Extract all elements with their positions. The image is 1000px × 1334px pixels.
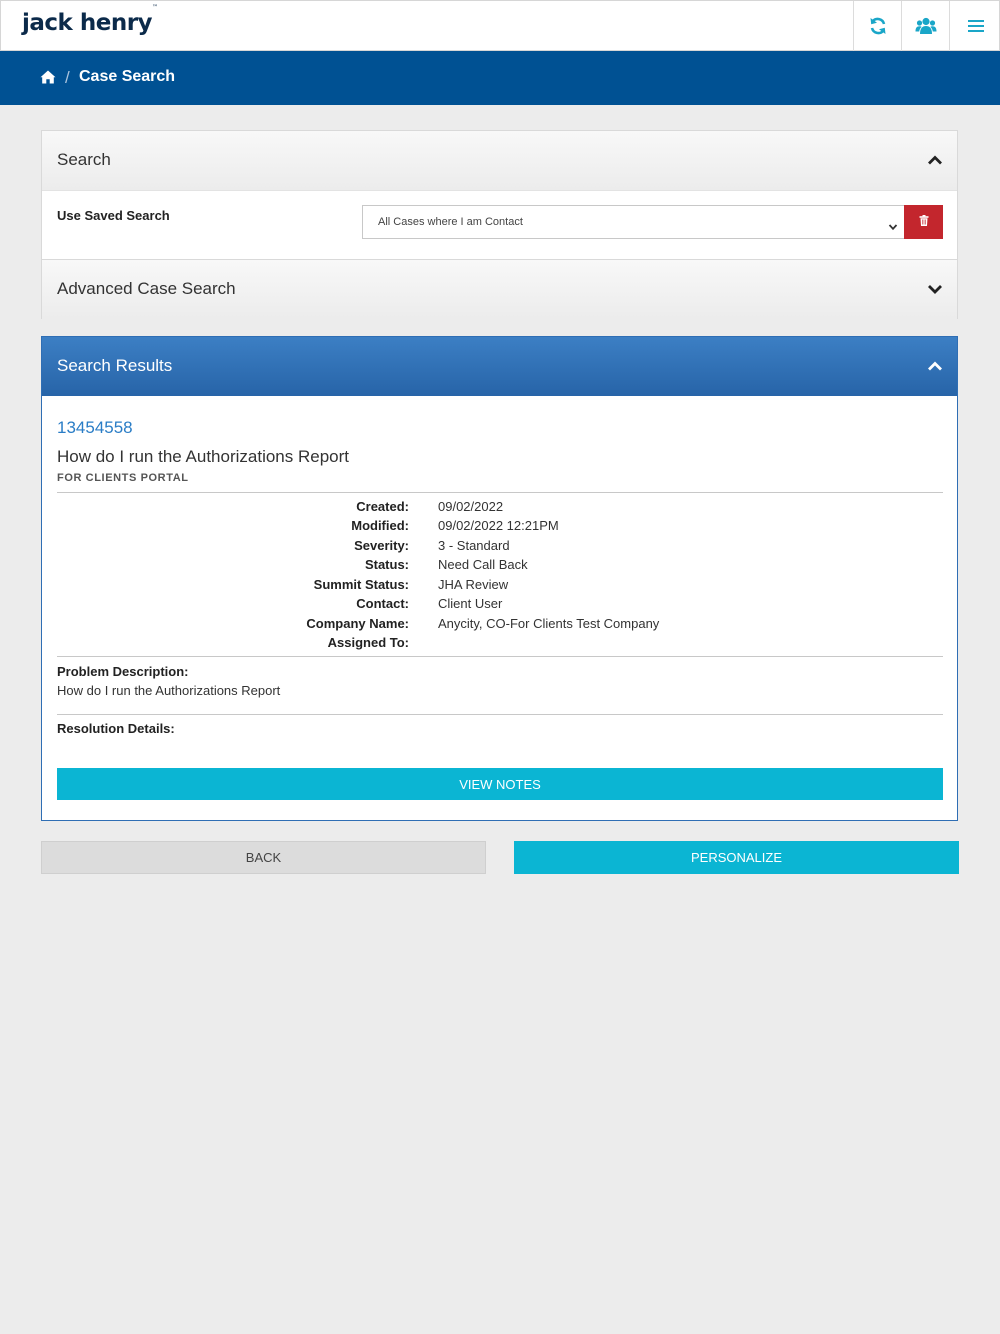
logo-trademark: ™ [152, 4, 158, 12]
field-value: Need Call Back [438, 557, 528, 572]
trash-icon [919, 213, 929, 231]
field-value: JHA Review [438, 577, 509, 592]
field-value: Anycity, CO-For Clients Test Company [438, 616, 660, 631]
field-label: Status: [364, 557, 409, 572]
search-results-title: Search Results [57, 356, 173, 375]
field-row-summit-status: Summit Status: JHA Review [57, 577, 943, 596]
refresh-icon [868, 16, 888, 36]
chevron-down-icon [888, 218, 898, 236]
advanced-search-panel: Advanced Case Search [41, 259, 958, 319]
breadcrumb: / Case Search [0, 51, 1000, 105]
field-label: Assigned To: [327, 635, 409, 650]
field-row-status: Status: Need Call Back [57, 557, 943, 576]
field-row-assigned-to: Assigned To: [57, 635, 943, 654]
search-panel-title: Search [57, 150, 111, 169]
top-bar: jack henry™ [0, 0, 1000, 51]
search-panel: Search Use Saved Search All Cases where … [41, 130, 958, 260]
delete-saved-search-button[interactable] [904, 205, 943, 239]
logo-text: jack henry [22, 10, 153, 36]
search-results-header[interactable]: Search Results [42, 337, 957, 396]
menu-button[interactable] [949, 1, 1000, 51]
search-results-panel: Search Results 13454558 How do I run the… [41, 336, 958, 821]
problem-description-text: How do I run the Authorizations Report [57, 683, 281, 698]
field-row-contact: Contact: Client User [57, 596, 943, 615]
field-label: Company Name: [306, 616, 409, 631]
saved-search-value: All Cases where I am Contact [378, 216, 523, 228]
divider [57, 714, 943, 715]
field-row-severity: Severity: 3 - Standard [57, 538, 943, 557]
advanced-search-header[interactable]: Advanced Case Search [42, 260, 957, 319]
field-label: Modified: [351, 518, 409, 533]
problem-description-label: Problem Description: [57, 664, 189, 679]
field-row-company-name: Company Name: Anycity, CO-For Clients Te… [57, 616, 943, 635]
users-icon [915, 16, 937, 36]
saved-search-select[interactable]: All Cases where I am Contact [362, 205, 905, 239]
field-label: Contact: [356, 596, 409, 611]
view-notes-button[interactable]: VIEW NOTES [57, 768, 943, 800]
chevron-down-icon[interactable] [927, 282, 943, 300]
resolution-details-label: Resolution Details: [57, 721, 175, 736]
refresh-button[interactable] [853, 1, 901, 51]
chevron-up-icon[interactable] [927, 153, 943, 171]
search-panel-header[interactable]: Search [42, 131, 957, 190]
case-number-link[interactable]: 13454558 [57, 418, 133, 438]
breadcrumb-separator: / [65, 68, 70, 87]
logo[interactable]: jack henry™ [22, 4, 158, 36]
field-label: Severity: [354, 538, 409, 553]
field-value: 09/02/2022 [438, 499, 504, 514]
users-button[interactable] [901, 1, 949, 51]
field-label: Summit Status: [313, 577, 409, 592]
saved-search-row: Use Saved Search All Cases where I am Co… [42, 190, 957, 258]
personalize-button[interactable]: PERSONALIZE [514, 841, 959, 874]
divider [57, 492, 943, 493]
menu-icon [967, 19, 984, 33]
case-card: 13454558 How do I run the Authorizations… [42, 396, 957, 821]
case-category: FOR CLIENTS PORTAL [57, 472, 189, 484]
case-title: How do I run the Authorizations Report [57, 447, 349, 466]
field-row-created: Created: 09/02/2022 [57, 499, 943, 518]
field-row-modified: Modified: 09/02/2022 12:21PM [57, 518, 943, 537]
saved-search-label: Use Saved Search [57, 208, 170, 223]
field-value: Client User [438, 596, 503, 611]
back-button[interactable]: BACK [41, 841, 486, 874]
chevron-up-icon[interactable] [927, 359, 943, 377]
advanced-search-title: Advanced Case Search [57, 279, 236, 298]
page-title: Case Search [79, 68, 176, 85]
field-label: Created: [356, 499, 409, 514]
field-value: 09/02/2022 12:21PM [438, 518, 559, 533]
field-value: 3 - Standard [438, 538, 510, 553]
home-icon[interactable] [40, 70, 56, 89]
divider [57, 656, 943, 657]
